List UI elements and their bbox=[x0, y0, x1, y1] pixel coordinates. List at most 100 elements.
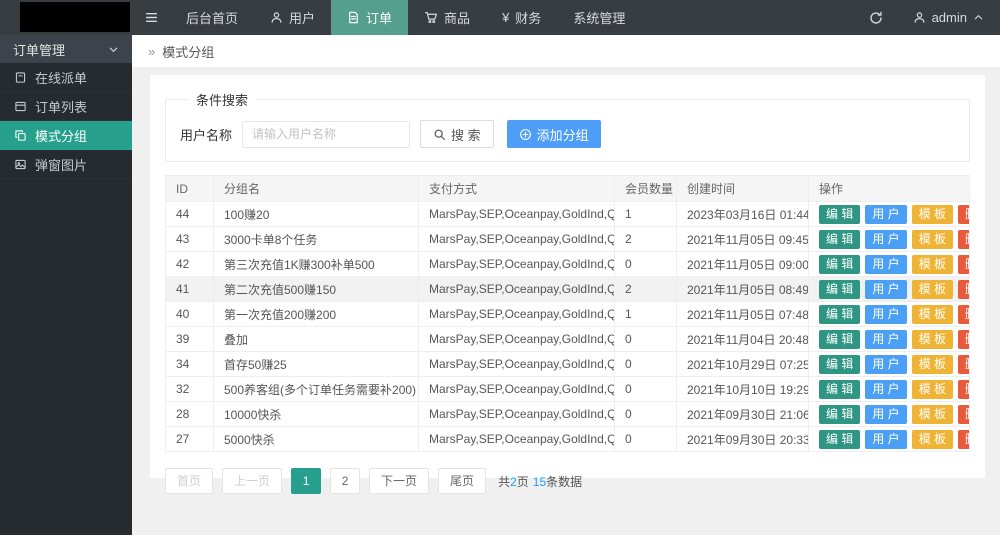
template-button[interactable]: 模 板 bbox=[912, 255, 953, 274]
group-name: 3000卡单8个任务 bbox=[214, 227, 419, 252]
member-count: 0 bbox=[615, 252, 677, 277]
top-navbar: 后台首页 用户 订单 商品 ¥ 财务 系统管理 bbox=[0, 0, 1000, 35]
table-row: 40第一次充值200赚200MarsPay,SEP,Oceanpay,GoldI… bbox=[166, 302, 970, 327]
nav-item-orders[interactable]: 订单 bbox=[331, 0, 408, 35]
edit-button[interactable]: 编 辑 bbox=[819, 430, 860, 449]
row-id: 40 bbox=[166, 302, 214, 327]
delete-button[interactable]: 删除 bbox=[958, 205, 969, 224]
template-button[interactable]: 模 板 bbox=[912, 355, 953, 374]
app-logo bbox=[0, 0, 132, 35]
delete-button[interactable]: 删除 bbox=[958, 280, 969, 299]
delete-button[interactable]: 删除 bbox=[958, 305, 969, 324]
nav-item-finance[interactable]: ¥ 财务 bbox=[486, 0, 557, 35]
sidebar-item-mode-group[interactable]: 模式分组 bbox=[0, 121, 132, 150]
member-count: 0 bbox=[615, 402, 677, 427]
edit-button[interactable]: 编 辑 bbox=[819, 255, 860, 274]
template-button[interactable]: 模 板 bbox=[912, 205, 953, 224]
member-count: 2 bbox=[615, 277, 677, 302]
user-menu[interactable]: admin bbox=[897, 0, 1000, 35]
group-name: 首存50赚25 bbox=[214, 352, 419, 377]
refresh-button[interactable] bbox=[855, 0, 897, 35]
add-group-button[interactable]: 添加分组 bbox=[507, 120, 601, 148]
row-id: 28 bbox=[166, 402, 214, 427]
row-actions: 编 辑用 户模 板删除 bbox=[809, 377, 970, 402]
template-button[interactable]: 模 板 bbox=[912, 430, 953, 449]
payment-methods: MarsPay,SEP,Oceanpay,GoldInd,QeInd bbox=[419, 202, 615, 227]
prev-page-button[interactable]: 上一页 bbox=[222, 468, 282, 494]
nav-item-users[interactable]: 用户 bbox=[254, 0, 331, 35]
page-number-button[interactable]: 1 bbox=[291, 468, 321, 494]
user-button[interactable]: 用 户 bbox=[865, 280, 906, 299]
logo-image bbox=[20, 2, 130, 32]
user-button[interactable]: 用 户 bbox=[865, 430, 906, 449]
next-page-button[interactable]: 下一页 bbox=[369, 468, 429, 494]
user-button[interactable]: 用 户 bbox=[865, 255, 906, 274]
sidebar-item-online-dispatch[interactable]: 在线派单 bbox=[0, 63, 132, 92]
delete-button[interactable]: 删除 bbox=[958, 255, 969, 274]
payment-methods: MarsPay,SEP,Oceanpay,GoldInd,QeInd bbox=[419, 302, 615, 327]
menu-toggle-button[interactable] bbox=[132, 0, 170, 35]
nav-item-goods[interactable]: 商品 bbox=[408, 0, 486, 35]
user-name: admin bbox=[932, 10, 967, 25]
sidebar-item-order-list[interactable]: 订单列表 bbox=[0, 92, 132, 121]
created-time: 2023年03月16日 01:44:13 bbox=[677, 202, 809, 227]
sidebar-item-popup-image[interactable]: 弹窗图片 bbox=[0, 150, 132, 179]
user-button[interactable]: 用 户 bbox=[865, 405, 906, 424]
page-title: 模式分组 bbox=[162, 42, 214, 61]
template-button[interactable]: 模 板 bbox=[912, 280, 953, 299]
edit-button[interactable]: 编 辑 bbox=[819, 330, 860, 349]
table-row: 433000卡单8个任务MarsPay,SEP,Oceanpay,GoldInd… bbox=[166, 227, 970, 252]
edit-button[interactable]: 编 辑 bbox=[819, 380, 860, 399]
delete-button[interactable]: 删除 bbox=[958, 430, 969, 449]
main-content: » 模式分组 条件搜索 用户名称 搜 索 添加分组 bbox=[132, 35, 1000, 535]
group-name: 第一次充值200赚200 bbox=[214, 302, 419, 327]
nav-item-dashboard[interactable]: 后台首页 bbox=[170, 0, 254, 35]
user-button[interactable]: 用 户 bbox=[865, 205, 906, 224]
user-button[interactable]: 用 户 bbox=[865, 380, 906, 399]
row-actions: 编 辑用 户模 板删除 bbox=[809, 327, 970, 352]
user-button[interactable]: 用 户 bbox=[865, 355, 906, 374]
row-actions: 编 辑用 户模 板删除 bbox=[809, 202, 970, 227]
first-page-button[interactable]: 首页 bbox=[165, 468, 213, 494]
username-input[interactable] bbox=[242, 121, 410, 148]
edit-button[interactable]: 编 辑 bbox=[819, 205, 860, 224]
sidebar-item-label: 模式分组 bbox=[35, 126, 87, 145]
username-field-label: 用户名称 bbox=[180, 125, 232, 144]
user-button[interactable]: 用 户 bbox=[865, 305, 906, 324]
last-page-button[interactable]: 尾页 bbox=[438, 468, 486, 494]
user-button[interactable]: 用 户 bbox=[865, 330, 906, 349]
edit-button[interactable]: 编 辑 bbox=[819, 305, 860, 324]
delete-button[interactable]: 删除 bbox=[958, 380, 969, 399]
sidebar-section-order-management[interactable]: 订单管理 bbox=[0, 35, 132, 63]
delete-button[interactable]: 删除 bbox=[958, 330, 969, 349]
edit-button[interactable]: 编 辑 bbox=[819, 280, 860, 299]
template-button[interactable]: 模 板 bbox=[912, 230, 953, 249]
delete-button[interactable]: 删除 bbox=[958, 355, 969, 374]
template-button[interactable]: 模 板 bbox=[912, 380, 953, 399]
edit-button[interactable]: 编 辑 bbox=[819, 230, 860, 249]
table-row: 39叠加MarsPay,SEP,Oceanpay,GoldInd,QeInd02… bbox=[166, 327, 970, 352]
table-row: 2810000快杀MarsPay,SEP,Oceanpay,GoldInd,Qe… bbox=[166, 402, 970, 427]
sidebar: 订单管理 在线派单 订单列表 模式分组 弹窗图片 bbox=[0, 35, 132, 535]
page-number-button[interactable]: 2 bbox=[330, 468, 360, 494]
user-button[interactable]: 用 户 bbox=[865, 230, 906, 249]
edit-button[interactable]: 编 辑 bbox=[819, 355, 860, 374]
sidebar-item-label: 订单列表 bbox=[35, 97, 87, 116]
group-name: 100赚20 bbox=[214, 202, 419, 227]
delete-button[interactable]: 删除 bbox=[958, 405, 969, 424]
member-count: 2 bbox=[615, 227, 677, 252]
template-button[interactable]: 模 板 bbox=[912, 305, 953, 324]
member-count: 1 bbox=[615, 302, 677, 327]
row-id: 43 bbox=[166, 227, 214, 252]
template-button[interactable]: 模 板 bbox=[912, 330, 953, 349]
delete-button[interactable]: 删除 bbox=[958, 230, 969, 249]
search-button[interactable]: 搜 索 bbox=[420, 120, 494, 148]
sidebar-item-label: 在线派单 bbox=[35, 68, 87, 87]
nav-item-system[interactable]: 系统管理 bbox=[557, 0, 641, 35]
created-time: 2021年11月05日 09:00:59 bbox=[677, 252, 809, 277]
user-icon bbox=[270, 11, 283, 24]
edit-button[interactable]: 编 辑 bbox=[819, 405, 860, 424]
template-button[interactable]: 模 板 bbox=[912, 405, 953, 424]
row-actions: 编 辑用 户模 板删除 bbox=[809, 302, 970, 327]
member-count: 0 bbox=[615, 352, 677, 377]
